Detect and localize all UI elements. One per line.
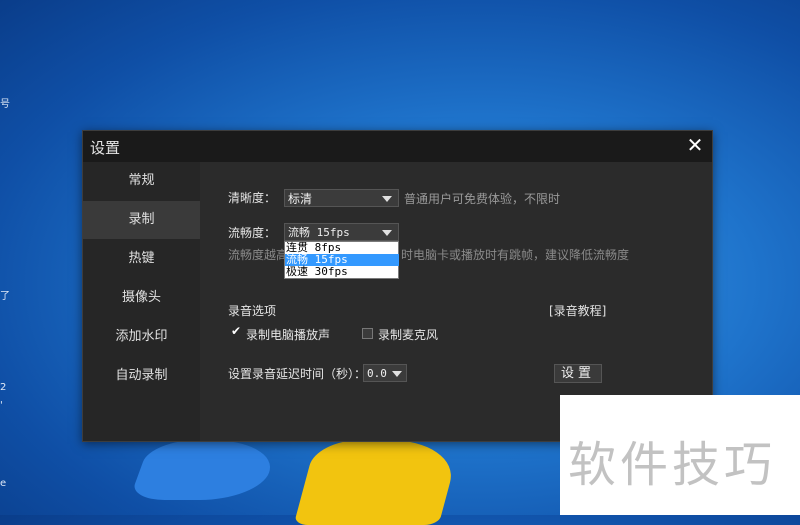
watermark-panel: 软件技巧	[560, 395, 800, 515]
dialog-title: 设置	[90, 139, 121, 157]
set-button[interactable]: 设置	[554, 364, 602, 383]
close-icon[interactable]: ✕	[684, 134, 706, 156]
desktop-edge-text: 号	[0, 99, 10, 110]
sidebar-item-record[interactable]: 录制	[83, 201, 200, 239]
watermark-text: 软件技巧	[568, 437, 777, 493]
sidebar-item-watermark[interactable]: 添加水印	[83, 318, 200, 356]
chevron-down-icon	[382, 230, 392, 236]
fluency-hint-right: 时电脑卡或播放时有跳帧，建议降低流畅度	[401, 248, 630, 262]
clarity-value: 标清	[288, 192, 313, 206]
sidebar-item-camera[interactable]: 摄像头	[83, 279, 200, 317]
desktop-edge-text: e	[0, 478, 7, 489]
delay-value: 0.0	[367, 367, 387, 380]
windows-logo-yellow-pane	[293, 440, 462, 525]
sidebar-item-auto-record[interactable]: 自动录制	[83, 357, 200, 395]
clarity-select[interactable]: 标清	[284, 189, 399, 207]
sidebar-item-hotkeys[interactable]: 热键	[83, 240, 200, 278]
fluency-hint-left: 流畅度越高	[228, 248, 289, 262]
fluency-dropdown-list: 连贯 8fps 流畅 15fps 极速 30fps	[284, 241, 399, 279]
fluency-value: 流畅 15fps	[288, 226, 350, 239]
fluency-option[interactable]: 极速 30fps	[285, 266, 399, 278]
fluency-label: 流畅度：	[228, 226, 277, 240]
delay-label: 设置录音延迟时间（秒）：	[228, 367, 367, 381]
record-system-label: 录制电脑播放声	[246, 328, 331, 342]
dialog-titlebar[interactable]: 设置 ✕	[83, 131, 712, 162]
clarity-note: 普通用户可免费体验，不限时	[404, 192, 561, 206]
settings-sidebar: 常规 录制 热键 摄像头 添加水印 自动录制	[83, 162, 200, 441]
fluency-select[interactable]: 流畅 15fps	[284, 223, 399, 241]
record-mic-checkbox[interactable]	[362, 328, 373, 339]
desktop-edge-text: 2	[0, 382, 7, 393]
sidebar-item-general[interactable]: 常规	[83, 162, 200, 200]
desktop-edge-text: 了	[0, 291, 10, 302]
record-system-checkbox[interactable]: ✔	[230, 324, 241, 339]
record-mic-label: 录制麦克风	[378, 328, 439, 342]
windows-logo-blue-pane	[129, 440, 281, 500]
checkmark-icon: ✔	[231, 324, 242, 338]
delay-select[interactable]: 0.0	[363, 364, 407, 382]
chevron-down-icon	[382, 196, 392, 202]
audio-section-label: 录音选项	[228, 304, 277, 318]
desktop-edge-text: '	[0, 400, 3, 411]
clarity-label: 清晰度：	[228, 191, 277, 205]
chevron-down-icon	[392, 371, 402, 377]
audio-tutorial-link[interactable]: [录音教程]	[549, 302, 606, 319]
